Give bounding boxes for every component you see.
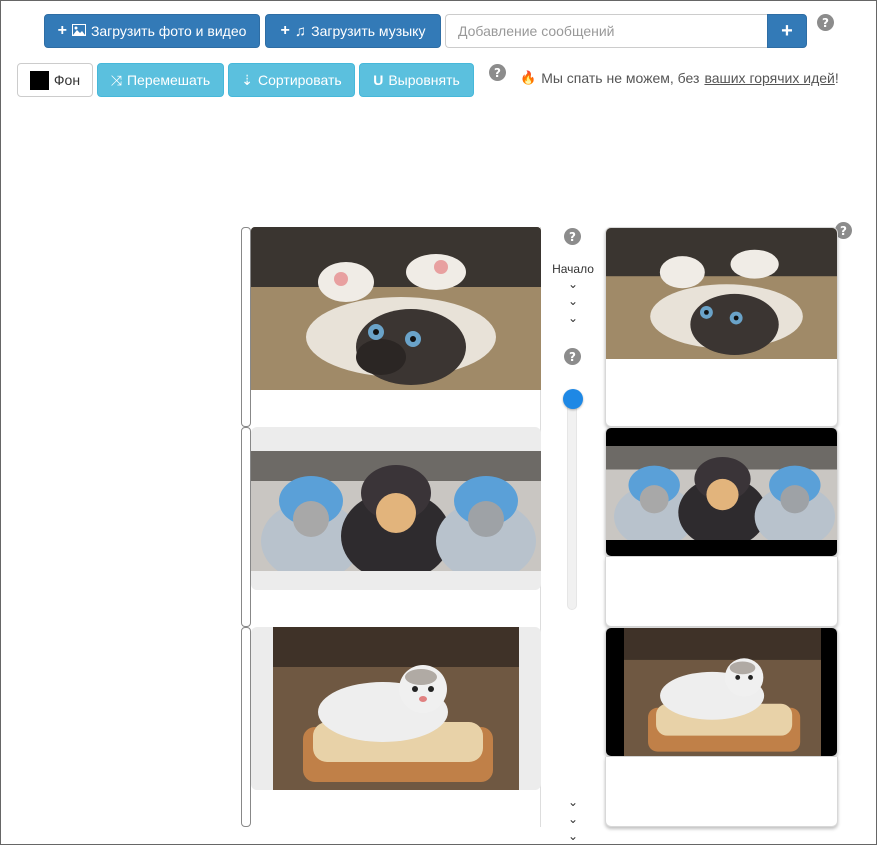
ideas-link[interactable]: ваших горячих идей <box>704 70 834 86</box>
help-icon[interactable]: ? <box>489 64 506 81</box>
align-button[interactable]: U Выровнять <box>359 63 474 97</box>
preview-slide-2[interactable] <box>605 427 838 557</box>
promo-line: 🔥 Мы спать не можем, без ваших горячих и… <box>520 70 839 86</box>
promo-text: Мы спать не можем, без <box>541 70 700 86</box>
source-slide-1[interactable] <box>241 227 541 427</box>
magnet-icon: U <box>373 72 384 88</box>
start-label: Начало <box>552 262 594 276</box>
chevron-down-icon[interactable]: ⌄ <box>548 828 598 845</box>
sort-button[interactable]: ⇣ Сортировать <box>228 63 355 97</box>
fire-icon: 🔥 <box>520 70 537 85</box>
end-control[interactable]: ⌄ ⌄ ⌄ <box>548 794 598 845</box>
kitten-on-back-image <box>251 227 541 390</box>
cat-on-bread-image <box>251 627 541 790</box>
preview-slide-3-footer <box>605 757 838 827</box>
help-icon[interactable]: ? <box>564 228 581 245</box>
plus-icon: + <box>57 22 67 39</box>
shuffle-button[interactable]: ⤨ Перемешать <box>97 63 224 97</box>
preview-slide-3[interactable] <box>605 627 838 757</box>
music-note-icon: ♫ <box>294 22 307 40</box>
drag-handle[interactable] <box>241 627 251 827</box>
background-label: Фон <box>53 72 81 88</box>
background-button[interactable]: Фон <box>17 63 93 97</box>
source-slide-2[interactable] <box>241 427 541 627</box>
kittens-in-hats-image <box>606 446 837 540</box>
upload-media-button[interactable]: + Загрузить фото и видео <box>44 14 260 48</box>
plus-icon: + <box>280 22 290 39</box>
duration-slider-track[interactable] <box>567 395 577 610</box>
help-icon[interactable]: ? <box>564 348 581 365</box>
message-input[interactable] <box>445 14 768 48</box>
cat-on-bread-image <box>624 628 821 756</box>
kitten-on-back-image <box>606 228 837 359</box>
promo-exclaim: ! <box>834 70 839 86</box>
plus-icon: + <box>781 19 793 42</box>
shuffle-icon: ⤨ <box>110 71 122 88</box>
shuffle-label: Перемешать <box>126 72 211 88</box>
start-control[interactable]: Начало ⌄ ⌄ ⌄ <box>548 262 598 327</box>
chevron-down-icon[interactable]: ⌄ <box>548 794 598 811</box>
upload-media-label: Загрузить фото и видео <box>90 23 247 39</box>
chevron-down-icon[interactable]: ⌄ <box>548 310 598 327</box>
kittens-in-hats-image <box>251 427 541 590</box>
chevron-down-icon[interactable]: ⌄ <box>548 276 598 293</box>
align-label: Выровнять <box>388 72 460 88</box>
duration-slider-handle[interactable] <box>563 389 583 409</box>
source-slide-3[interactable] <box>241 627 541 827</box>
add-message-button[interactable]: + <box>767 14 807 48</box>
help-icon[interactable]: ? <box>817 14 834 31</box>
drag-handle[interactable] <box>241 227 251 427</box>
chevron-down-icon[interactable]: ⌄ <box>548 811 598 828</box>
sort-label: Сортировать <box>258 72 342 88</box>
sort-icon: ⇣ <box>241 71 254 88</box>
image-icon <box>71 23 86 39</box>
upload-music-label: Загрузить музыку <box>311 23 426 39</box>
background-color-swatch <box>29 70 49 90</box>
drag-handle[interactable] <box>241 427 251 627</box>
preview-slide-2-footer <box>605 557 838 627</box>
upload-music-button[interactable]: + ♫ Загрузить музыку <box>265 14 441 48</box>
chevron-down-icon[interactable]: ⌄ <box>548 293 598 310</box>
preview-slide-1[interactable] <box>605 227 838 427</box>
